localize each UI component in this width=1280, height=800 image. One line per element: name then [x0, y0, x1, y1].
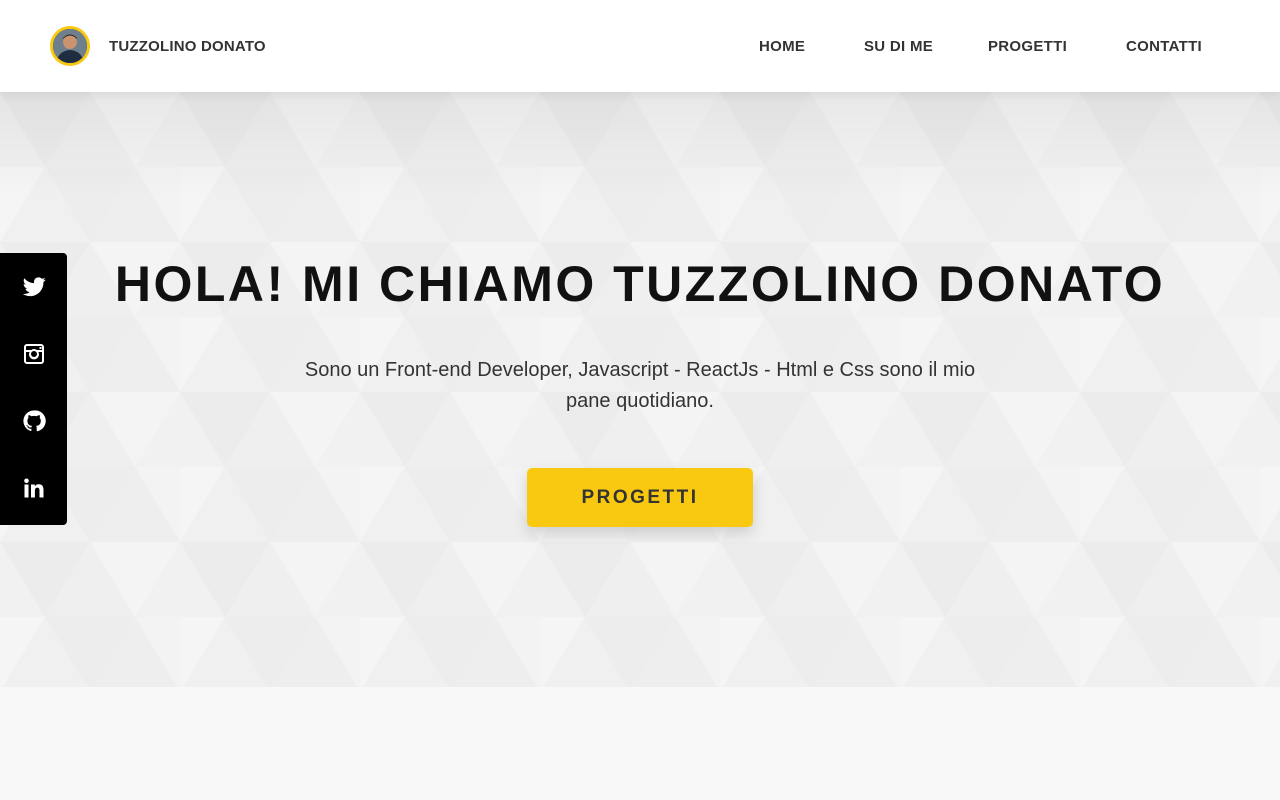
github-link[interactable] — [0, 387, 67, 454]
linkedin-link[interactable] — [0, 454, 67, 521]
nav-home-link[interactable]: HOME — [759, 38, 805, 55]
site-header: TUZZOLINO DONATO HOME SU DI ME PROGETTI … — [0, 0, 1280, 92]
twitter-link[interactable] — [0, 253, 67, 320]
hero-subtitle: Sono un Front-end Developer, Javascript … — [304, 359, 976, 412]
social-sidebar — [0, 253, 67, 525]
hero-title: HOLA! MI CHIAMO TUZZOLINO DONATO — [114, 256, 1166, 312]
brand-link[interactable]: TUZZOLINO DONATO — [50, 26, 266, 66]
avatar — [50, 26, 90, 66]
linkedin-icon — [23, 478, 43, 497]
github-icon — [22, 409, 46, 431]
avatar-image — [53, 29, 87, 63]
brand-name: TUZZOLINO DONATO — [109, 37, 266, 55]
hero-section: HOLA! MI CHIAMO TUZZOLINO DONATO Sono un… — [0, 92, 1280, 687]
page-below-hero — [0, 687, 1280, 800]
instagram-link[interactable] — [0, 320, 67, 387]
nav-about-link[interactable]: SU DI ME — [864, 38, 933, 55]
instagram-icon — [23, 343, 44, 364]
projects-cta-button[interactable]: PROGETTI — [527, 468, 753, 527]
nav-contacts-link[interactable]: CONTATTI — [1126, 38, 1202, 55]
twitter-icon — [22, 276, 46, 296]
nav-projects-link[interactable]: PROGETTI — [988, 38, 1067, 55]
